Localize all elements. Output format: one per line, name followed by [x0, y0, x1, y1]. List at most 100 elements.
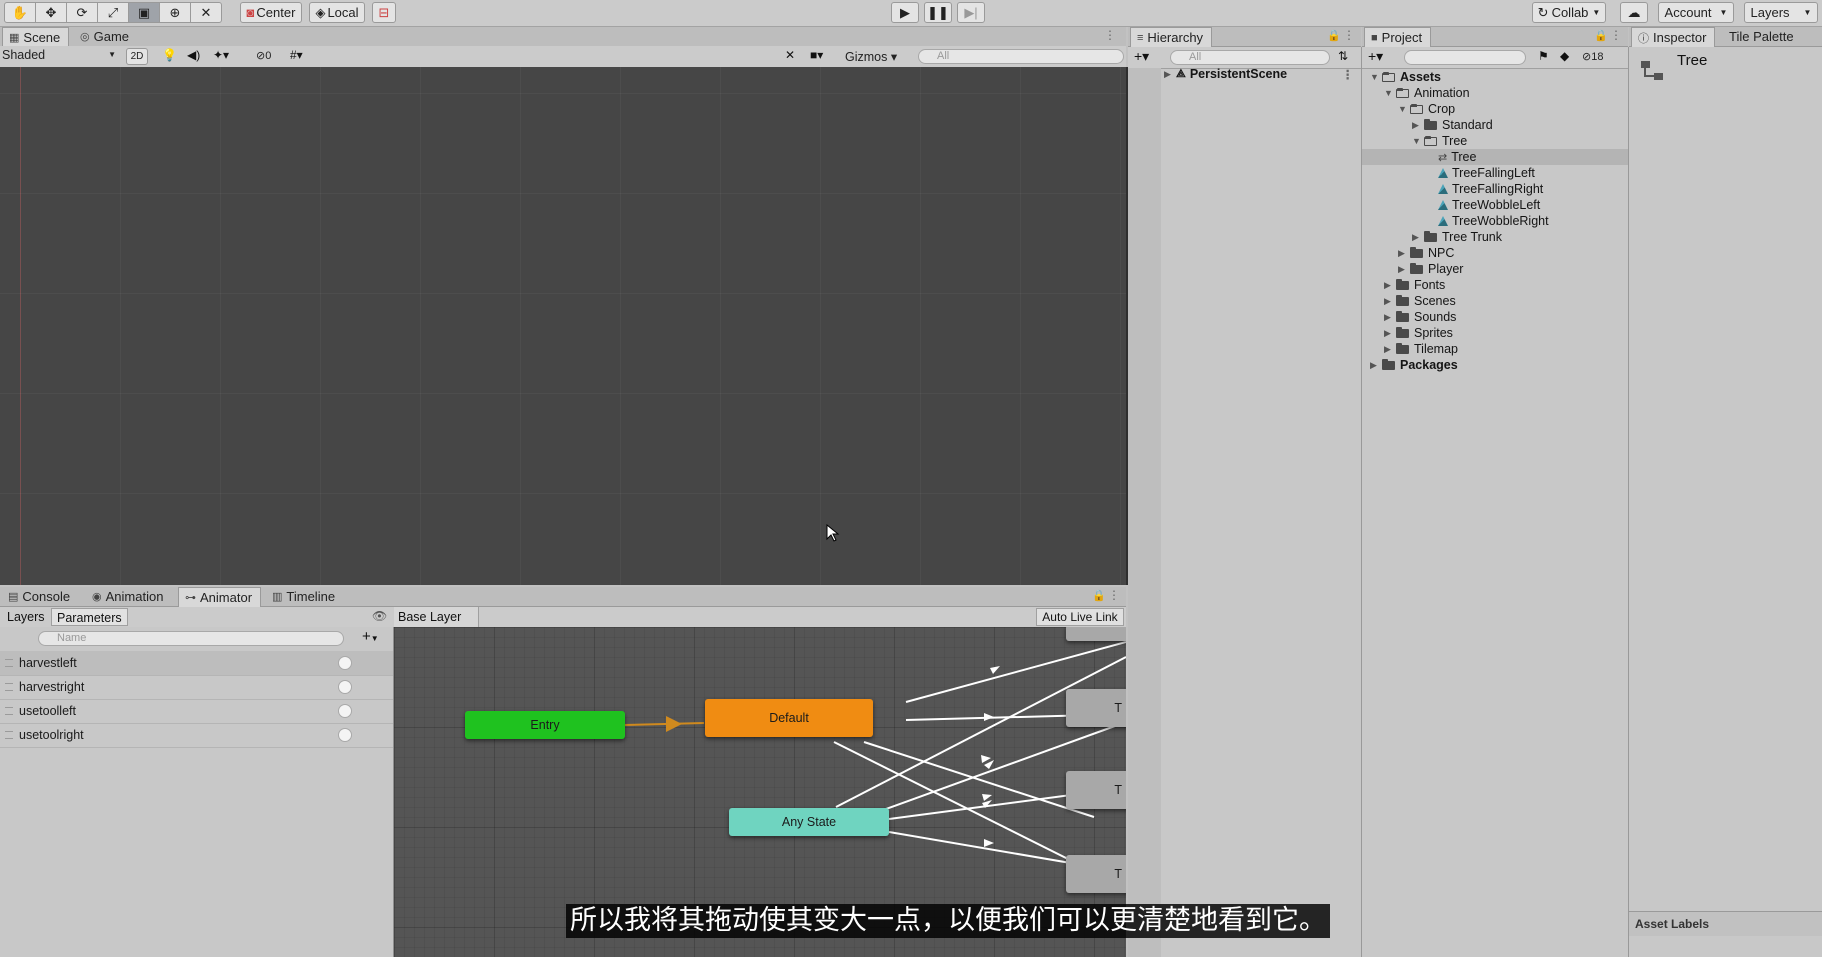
- shading-dropdown[interactable]: Shaded ▼: [2, 48, 118, 64]
- rect-tool-icon[interactable]: ▣: [128, 2, 160, 23]
- pivot-local-button[interactable]: ◈ Local: [309, 2, 365, 23]
- panel-menu-icon[interactable]: ⋮: [1343, 28, 1355, 42]
- default-state-node[interactable]: Default: [705, 699, 873, 737]
- auto-live-link-button[interactable]: Auto Live Link: [1036, 608, 1124, 626]
- lock-icon[interactable]: 🔒: [1594, 29, 1608, 42]
- project-item[interactable]: ▶ Packages: [1362, 357, 1628, 373]
- add-icon[interactable]: +▾: [1368, 48, 1383, 65]
- trigger-toggle[interactable]: [338, 728, 352, 742]
- project-item[interactable]: TreeFallingLeft: [1362, 165, 1628, 181]
- project-item[interactable]: TreeFallingRight: [1362, 181, 1628, 197]
- expand-arrow-icon[interactable]: ▶: [1398, 248, 1410, 259]
- project-search-input[interactable]: [1404, 50, 1526, 65]
- parameter-row[interactable]: harvestleft: [0, 651, 393, 676]
- rotate-tool-icon[interactable]: ⟳: [66, 2, 98, 23]
- expand-arrow-icon[interactable]: ▶: [1398, 264, 1410, 275]
- project-item[interactable]: TreeWobbleRight: [1362, 213, 1628, 229]
- lighting-icon[interactable]: 💡: [162, 48, 177, 62]
- tab-animator[interactable]: ⊶ Animator: [178, 587, 262, 607]
- expand-arrow-icon[interactable]: ▶: [1370, 360, 1382, 371]
- collab-dropdown[interactable]: ↻ Collab ▼: [1532, 2, 1606, 23]
- transform-tool-icon[interactable]: ⊕: [159, 2, 191, 23]
- custom-tool-icon[interactable]: ✕: [190, 2, 222, 23]
- scene-view[interactable]: [0, 67, 1128, 585]
- step-button[interactable]: ▶|: [957, 2, 985, 23]
- move-tool-icon[interactable]: ✥: [35, 2, 67, 23]
- transition-line[interactable]: [863, 741, 1095, 818]
- grid-icon[interactable]: #▾: [290, 48, 303, 62]
- project-item[interactable]: ▼ Crop: [1362, 101, 1628, 117]
- sort-icon[interactable]: ⇅: [1338, 49, 1348, 63]
- expand-arrow-icon[interactable]: ▼: [1398, 104, 1410, 114]
- project-item[interactable]: ▶ Tilemap: [1362, 341, 1628, 357]
- project-item[interactable]: ▼ Animation: [1362, 85, 1628, 101]
- eye-icon[interactable]: 👁: [372, 609, 387, 623]
- any-state-node[interactable]: Any State: [729, 808, 889, 836]
- layers-dropdown[interactable]: Layers ▼: [1744, 2, 1818, 23]
- play-button[interactable]: ▶: [891, 2, 919, 23]
- hand-tool-icon[interactable]: ✋: [4, 2, 36, 23]
- lock-icon[interactable]: 🔒: [1327, 29, 1341, 42]
- filter-type-icon[interactable]: ⚑: [1538, 49, 1549, 63]
- tab-animation[interactable]: ◉ Animation: [86, 587, 171, 606]
- scene-menu-icon[interactable]: ⋮: [1342, 67, 1355, 82]
- camera-icon[interactable]: ■▾: [810, 48, 823, 62]
- tab-timeline[interactable]: ▥ Timeline: [266, 587, 343, 606]
- entry-node[interactable]: Entry: [465, 711, 625, 739]
- cloud-icon[interactable]: ☁: [1620, 2, 1648, 23]
- panel-menu-icon[interactable]: ⋮: [1610, 28, 1622, 42]
- parameter-row[interactable]: usetoolright: [0, 723, 393, 748]
- expand-arrow-icon[interactable]: ▶: [1384, 280, 1396, 291]
- tab-layers[interactable]: Layers: [2, 608, 50, 626]
- tab-scene[interactable]: ▦ Scene: [2, 27, 70, 47]
- panel-menu-icon[interactable]: ⋮: [1104, 28, 1116, 42]
- mode-2d-toggle[interactable]: 2D: [126, 48, 148, 65]
- project-item[interactable]: TreeWobbleLeft: [1362, 197, 1628, 213]
- tab-game[interactable]: ◎ Game: [74, 27, 137, 46]
- add-icon[interactable]: +▾: [1134, 48, 1149, 65]
- asset-labels-section[interactable]: Asset Labels: [1629, 911, 1822, 936]
- panel-menu-icon[interactable]: ⋮: [1108, 588, 1120, 602]
- drag-handle-icon[interactable]: [5, 707, 13, 715]
- project-item[interactable]: ⇄ Tree: [1362, 149, 1628, 165]
- project-item[interactable]: ▶ Player: [1362, 261, 1628, 277]
- project-item[interactable]: ▶ Standard: [1362, 117, 1628, 133]
- project-item[interactable]: ▶ Sprites: [1362, 325, 1628, 341]
- state-node[interactable]: T: [1066, 771, 1126, 809]
- tab-tile-palette[interactable]: Tile Palette: [1723, 27, 1802, 46]
- filter-label-icon[interactable]: ◆: [1560, 49, 1569, 63]
- expand-arrow-icon[interactable]: ▼: [1412, 136, 1424, 146]
- expand-arrow-icon[interactable]: ▶: [1412, 232, 1424, 243]
- effects-icon[interactable]: ✦▾: [213, 48, 229, 62]
- project-item[interactable]: ▶ Scenes: [1362, 293, 1628, 309]
- tab-project[interactable]: ■ Project: [1364, 27, 1432, 47]
- snap-icon[interactable]: ⊟: [372, 2, 396, 23]
- state-node[interactable]: T: [1066, 855, 1126, 893]
- project-item[interactable]: ▼ Assets: [1362, 69, 1628, 85]
- expand-arrow-icon[interactable]: ▶: [1384, 312, 1396, 323]
- account-dropdown[interactable]: Account ▼: [1658, 2, 1734, 23]
- parameter-search-input[interactable]: Name: [38, 631, 344, 646]
- expand-arrow-icon[interactable]: ▶: [1384, 328, 1396, 339]
- expand-arrow-icon[interactable]: ▼: [1370, 72, 1382, 82]
- drag-handle-icon[interactable]: [5, 659, 13, 667]
- hidden-objects-toggle[interactable]: ⊘0: [256, 49, 271, 62]
- tab-hierarchy[interactable]: ≡ Hierarchy: [1130, 27, 1213, 47]
- tab-parameters[interactable]: Parameters: [51, 608, 128, 626]
- add-parameter-button[interactable]: +▼: [362, 628, 379, 645]
- expand-arrow-icon[interactable]: ▶: [1412, 120, 1424, 131]
- audio-icon[interactable]: ◀): [187, 48, 200, 62]
- state-node[interactable]: T: [1066, 689, 1126, 727]
- project-item[interactable]: ▼ Tree: [1362, 133, 1628, 149]
- gizmos-dropdown[interactable]: Gizmos ▾: [845, 49, 897, 64]
- expand-arrow-icon[interactable]: ▼: [1384, 88, 1396, 98]
- project-item[interactable]: ▶ Sounds: [1362, 309, 1628, 325]
- breadcrumb[interactable]: Base Layer: [394, 607, 479, 627]
- lock-icon[interactable]: 🔒: [1092, 589, 1106, 602]
- expand-arrow-icon[interactable]: ▶: [1384, 296, 1396, 307]
- pivot-center-button[interactable]: ◙ Center: [240, 2, 302, 23]
- tools-icon[interactable]: ✕: [785, 48, 795, 62]
- project-item[interactable]: ▶ NPC: [1362, 245, 1628, 261]
- expand-arrow-icon[interactable]: ▶: [1384, 344, 1396, 355]
- pause-button[interactable]: ❚❚: [924, 2, 952, 23]
